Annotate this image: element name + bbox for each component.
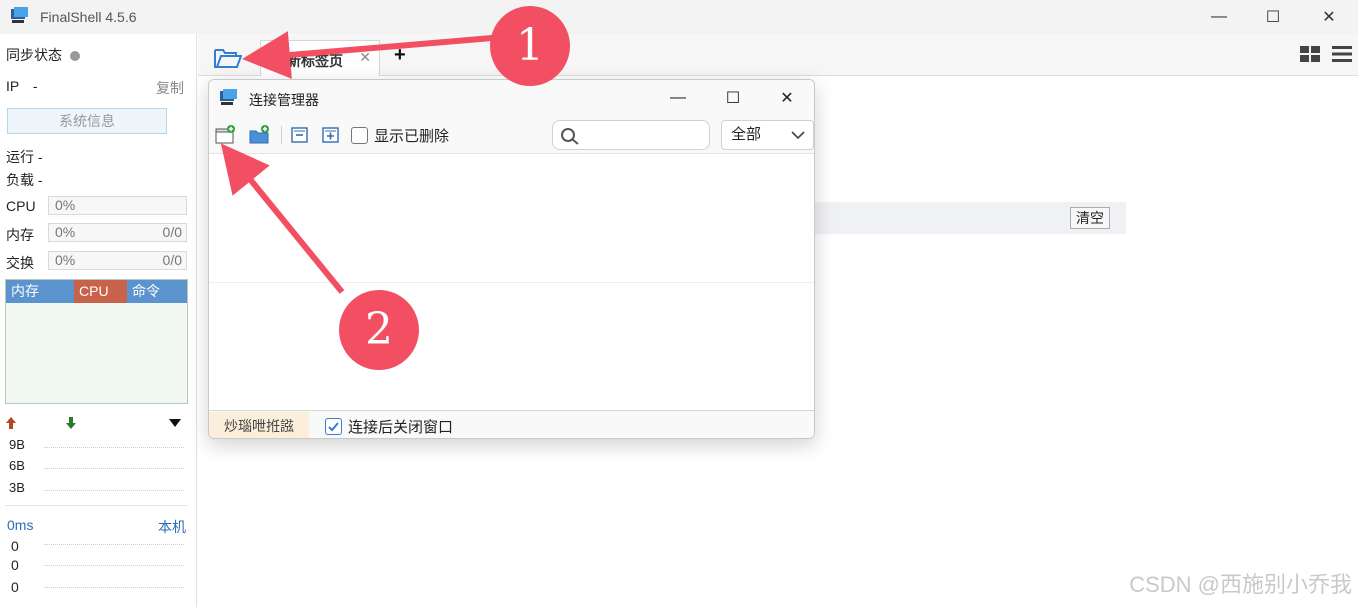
ping-value: 0 — [11, 579, 19, 595]
tab-strip: 新标签页 ✕ + — [198, 34, 1358, 76]
memory-ratio: 0/0 — [162, 224, 182, 240]
tab-new-tab-label: 新标签页 — [287, 53, 343, 69]
net-gridline — [44, 490, 184, 491]
minimize-button[interactable]: — — [1192, 0, 1246, 34]
tab-new-tab[interactable]: 新标签页 ✕ — [260, 40, 380, 76]
connection-manager-dialog: 连接管理器 — ☐ ✕ 显示已删除 全部 炒瑙呭拰誸 连接后关闭窗口 — [208, 79, 815, 439]
open-connection-manager-folder-icon[interactable] — [214, 47, 242, 69]
net-gridline — [44, 447, 184, 448]
show-deleted-checkbox[interactable] — [351, 126, 368, 144]
sidebar-divider — [5, 505, 188, 506]
memory-label: 内存 — [6, 227, 34, 243]
swap-label: 交换 — [6, 255, 34, 271]
system-info-button[interactable]: 系统信息 — [7, 108, 167, 134]
upload-arrow-icon — [6, 417, 16, 429]
search-input[interactable] — [552, 120, 710, 150]
annotation-badge-1: 1 — [490, 6, 570, 86]
dialog-title-bar: 连接管理器 — ☐ ✕ — [209, 80, 814, 116]
swap-value: 0% — [55, 252, 76, 268]
net-scale-6b: 6B — [9, 458, 25, 473]
grid-layout-icon[interactable] — [1300, 46, 1320, 62]
sync-status-dot-icon — [70, 51, 80, 62]
annotation-badge-2: 2 — [339, 290, 419, 370]
dialog-toolbar: 显示已删除 全部 — [209, 116, 814, 154]
close-after-connect-label: 连接后关闭窗口 — [348, 419, 454, 436]
title-bar: FinalShell 4.5.6 — ☐ ✕ — [0, 0, 1358, 34]
filter-select[interactable]: 全部 — [721, 120, 814, 150]
show-deleted-label: 显示已删除 — [374, 127, 450, 145]
filter-selected-value: 全部 — [731, 126, 762, 143]
ping-gridline — [44, 544, 184, 545]
cpu-value: 0% — [55, 197, 76, 213]
network-dropdown-icon[interactable] — [169, 419, 181, 427]
process-table-header: 内存 CPU 命令 — [6, 280, 187, 303]
watermark: CSDN @西施别小乔我 — [1129, 572, 1352, 597]
ping-label: 0ms — [7, 517, 34, 533]
process-table: 内存 CPU 命令 — [5, 279, 188, 404]
dialog-close-button[interactable]: ✕ — [767, 84, 807, 112]
window-title: FinalShell 4.5.6 — [40, 9, 137, 25]
process-header-memory[interactable]: 内存 — [6, 280, 74, 303]
collapse-all-icon[interactable] — [289, 125, 311, 145]
clear-button[interactable]: 清空 — [1070, 207, 1110, 229]
swap-ratio: 0/0 — [162, 252, 182, 268]
net-gridline — [44, 468, 184, 469]
run-status: 运行 - — [6, 149, 43, 165]
download-arrow-icon — [66, 417, 76, 429]
new-connection-icon[interactable] — [215, 125, 237, 145]
dialog-minimize-button[interactable]: — — [658, 84, 698, 112]
new-folder-icon[interactable] — [249, 125, 271, 145]
list-divider — [209, 282, 814, 283]
net-scale-9b: 9B — [9, 437, 25, 452]
ip-value: - — [32, 78, 38, 94]
tab-close-icon[interactable]: ✕ — [359, 49, 371, 66]
toolbar-separator — [281, 126, 282, 144]
process-header-cpu[interactable]: CPU — [74, 280, 127, 303]
ip-row: IP - — [6, 78, 38, 94]
memory-meter: 0% 0/0 — [48, 223, 187, 242]
network-controls — [5, 416, 183, 430]
dialog-footer: 炒瑙呭拰誸 连接后关闭窗口 — [209, 410, 814, 438]
copy-ip-link[interactable]: 复制 — [156, 78, 184, 98]
dialog-title: 连接管理器 — [249, 92, 319, 108]
ping-host-selector[interactable]: 本机 — [158, 517, 186, 537]
connection-manager-icon — [220, 89, 237, 105]
footer-tab[interactable]: 炒瑙呭拰誸 — [209, 412, 309, 438]
output-bar: 清空 — [810, 202, 1126, 234]
layout-controls — [1298, 42, 1358, 66]
chevron-down-icon — [791, 131, 805, 140]
ping-value: 0 — [11, 557, 19, 573]
show-deleted-option[interactable]: 显示已删除 — [351, 125, 449, 145]
load-status: 负载 - — [6, 172, 43, 188]
process-header-command[interactable]: 命令 — [127, 280, 187, 303]
checkmark-icon — [328, 422, 339, 432]
dialog-maximize-button[interactable]: ☐ — [713, 84, 753, 112]
finalshell-app-icon — [11, 7, 28, 23]
maximize-button[interactable]: ☐ — [1246, 0, 1300, 34]
swap-meter: 0% 0/0 — [48, 251, 187, 270]
menu-icon[interactable] — [1332, 46, 1352, 62]
sync-status-label: 同步状态 — [6, 47, 62, 63]
net-scale-3b: 3B — [9, 480, 25, 495]
close-button[interactable]: ✕ — [1302, 0, 1356, 34]
sync-status: 同步状态 — [6, 45, 80, 65]
memory-value: 0% — [55, 224, 76, 240]
cpu-label: CPU — [6, 198, 36, 214]
ip-label: IP — [6, 78, 19, 94]
ping-gridline — [44, 587, 184, 588]
cpu-meter: 0% — [48, 196, 187, 215]
expand-all-icon[interactable] — [320, 125, 342, 145]
close-after-connect-checkbox[interactable] — [325, 418, 342, 435]
add-tab-icon[interactable]: + — [394, 44, 406, 67]
connection-list[interactable] — [209, 154, 814, 410]
ping-gridline — [44, 565, 184, 566]
close-after-connect-option[interactable]: 连接后关闭窗口 — [325, 416, 453, 437]
status-sidebar: 同步状态 IP - 复制 系统信息 运行 - 负载 - CPU 0% 内存 0%… — [0, 34, 197, 607]
ping-value: 0 — [11, 538, 19, 554]
search-icon — [561, 128, 579, 145]
